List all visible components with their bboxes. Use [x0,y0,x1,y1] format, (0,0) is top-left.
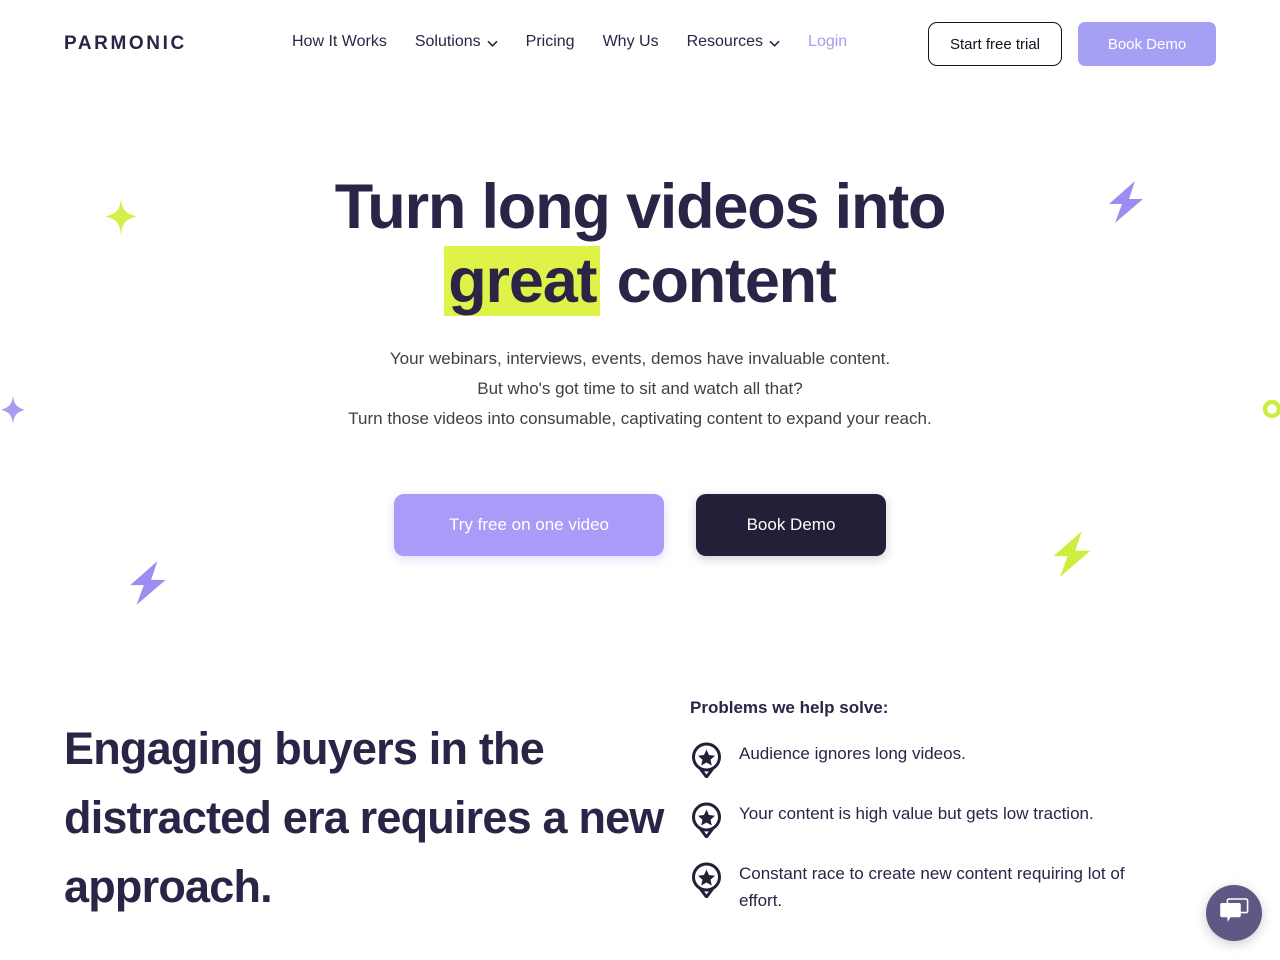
bolt-purple-bottom-left-icon [124,560,172,611]
hero-sub-line-2: But who's got time to sit and watch all … [477,379,803,398]
hero-cta-group: Try free on one video Book Demo [0,494,1280,556]
star-badge-icon [690,802,723,838]
chevron-down-icon [487,38,498,49]
nav-item-pricing[interactable]: Pricing [512,33,589,51]
problem-list-item: Your content is high value but gets low … [690,800,1190,838]
nav-label-pricing: Pricing [525,33,575,50]
site-header: PARMONIC How It Works Solutions Pricing … [0,0,1280,88]
hero-book-demo-button[interactable]: Book Demo [696,494,886,556]
header-book-demo-button[interactable]: Book Demo [1078,22,1216,66]
nav-item-how-it-works[interactable]: How It Works [292,33,401,51]
page-root: PARMONIC How It Works Solutions Pricing … [0,0,1280,960]
start-free-trial-button[interactable]: Start free trial [928,22,1062,66]
hero-title: Turn long videos into great content [0,170,1280,318]
problems-section-left: Engaging buyers in the distracted era re… [0,688,690,936]
section-heading: Engaging buyers in the distracted era re… [64,723,664,912]
hero-title-line2-rest: content [600,246,837,316]
try-free-on-one-video-button[interactable]: Try free on one video [394,494,664,556]
chat-widget-button[interactable] [1206,885,1262,941]
hero-title-highlight: great [444,246,601,316]
problem-text: Your content is high value but gets low … [739,804,1094,823]
star-badge-icon [690,862,723,898]
problem-text: Constant race to create new content requ… [739,864,1125,910]
logo-parmonic[interactable]: PARMONIC [64,33,187,55]
problem-list-item: Audience ignores long videos. [690,740,1190,778]
problems-list-container: Problems we help solve: Audience ignores… [690,688,1190,936]
problems-section: Engaging buyers in the distracted era re… [0,688,1280,936]
nav-label-how-it-works: How It Works [292,33,387,50]
hero-sub-line-1: Your webinars, interviews, events, demos… [389,349,891,368]
nav-item-login[interactable]: Login [794,33,861,51]
hero-subtitle: Your webinars, interviews, events, demos… [0,344,1280,434]
nav-label-solutions: Solutions [414,33,481,50]
problem-list-item: Constant race to create new content requ… [690,860,1190,914]
chat-bubbles-icon [1219,897,1249,929]
main-navigation: How It Works Solutions Pricing Why Us Re… [292,33,861,51]
nav-item-solutions[interactable]: Solutions [401,33,512,51]
hero-section: Turn long videos into great content Your… [0,88,1280,556]
hero-sub-line-3: Turn those videos into consumable, capti… [348,409,932,428]
problem-text: Audience ignores long videos. [739,744,966,763]
nav-item-resources[interactable]: Resources [673,33,794,51]
chevron-down-icon [769,38,780,49]
nav-label-resources: Resources [686,33,764,50]
nav-label-why-us: Why Us [602,33,659,50]
nav-item-why-us[interactable]: Why Us [589,33,673,51]
problems-list-title: Problems we help solve: [690,698,889,717]
hero-title-line1: Turn long videos into [334,172,947,242]
star-badge-icon [690,742,723,778]
